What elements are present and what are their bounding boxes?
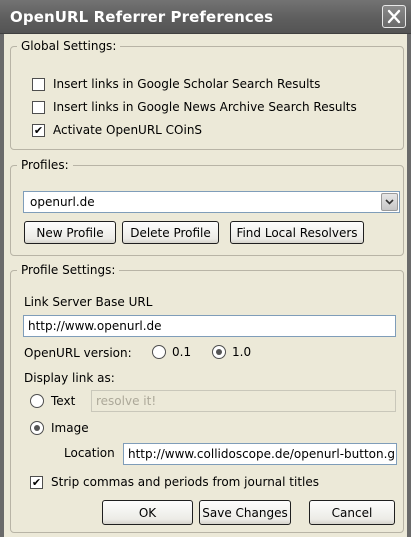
scholar-checkbox[interactable] [32, 77, 45, 91]
display-link-label: Display link as: [24, 371, 115, 385]
version-1-0-radio[interactable] [212, 345, 226, 359]
title-bar: OpenURL Referrer Preferences [0, 0, 411, 34]
dropdown-button[interactable] [381, 193, 398, 211]
coins-checkbox[interactable]: ✔ [32, 123, 45, 137]
location-label: Location [64, 446, 115, 460]
version-0-1-radio[interactable] [152, 345, 166, 359]
find-local-resolvers-button[interactable]: Find Local Resolvers [230, 221, 364, 244]
display-text-option[interactable]: Text [30, 394, 75, 408]
ok-button[interactable]: OK [102, 500, 193, 525]
display-image-label: Image [51, 421, 89, 435]
version-0-1-label: 0.1 [172, 345, 192, 359]
checkmark-icon: ✔ [33, 123, 44, 137]
cancel-button[interactable]: Cancel [309, 500, 395, 525]
save-changes-button[interactable]: Save Changes [199, 500, 291, 525]
display-text-label: Text [51, 394, 76, 408]
news-archive-label: Insert links in Google News Archive Sear… [53, 100, 357, 114]
profile-settings-legend: Profile Settings: [21, 263, 116, 277]
close-icon [387, 9, 401, 24]
news-archive-checkbox[interactable] [32, 100, 45, 114]
strip-punctuation-label: Strip commas and periods from journal ti… [51, 475, 320, 489]
delete-profile-button[interactable]: Delete Profile [122, 221, 219, 244]
strip-punctuation-option[interactable]: ✔ Strip commas and periods from journal … [30, 475, 319, 489]
checkmark-icon: ✔ [31, 475, 42, 489]
scholar-label: Insert links in Google Scholar Search Re… [53, 77, 321, 91]
base-url-label: Link Server Base URL [24, 295, 153, 309]
coins-label: Activate OpenURL COinS [53, 123, 203, 137]
version-1-0-label: 1.0 [232, 345, 252, 359]
new-profile-button[interactable]: New Profile [24, 221, 116, 244]
display-text-radio[interactable] [30, 394, 44, 408]
window-title: OpenURL Referrer Preferences [10, 8, 274, 26]
base-url-input[interactable]: http://www.openurl.de [23, 315, 396, 337]
profile-select-value: openurl.de [30, 195, 95, 209]
profile-select[interactable]: openurl.de [23, 191, 400, 213]
chevron-down-icon [385, 199, 394, 205]
global-settings-legend: Global Settings: [21, 39, 117, 53]
version-label: OpenURL version: [24, 346, 132, 360]
close-button[interactable] [382, 5, 406, 28]
link-text-input[interactable]: resolve it! [91, 390, 396, 412]
version-option-0-1[interactable]: 0.1 [152, 345, 191, 359]
display-image-radio[interactable] [30, 421, 44, 435]
image-location-input[interactable]: http://www.collidoscope.de/openurl-butto… [123, 443, 397, 465]
news-archive-option[interactable]: Insert links in Google News Archive Sear… [32, 100, 357, 114]
profiles-legend: Profiles: [21, 158, 69, 172]
strip-punctuation-checkbox[interactable]: ✔ [30, 475, 43, 489]
display-image-option[interactable]: Image [30, 421, 89, 435]
scholar-option[interactable]: Insert links in Google Scholar Search Re… [32, 77, 320, 91]
coins-option[interactable]: ✔ Activate OpenURL COinS [32, 123, 202, 137]
dialog-body: Global Settings: Insert links in Google … [0, 34, 411, 537]
version-option-1-0[interactable]: 1.0 [212, 345, 251, 359]
